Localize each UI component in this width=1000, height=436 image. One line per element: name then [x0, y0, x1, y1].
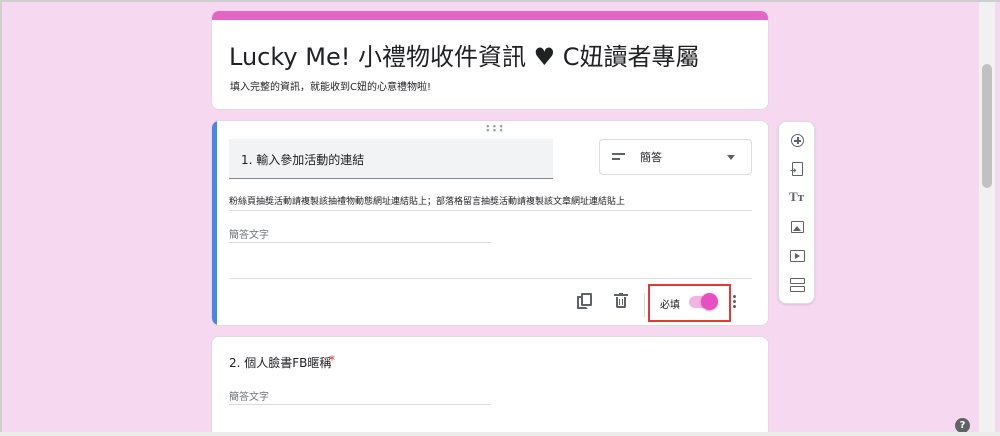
required-toggle-thumb[interactable]: [701, 293, 718, 310]
form-description[interactable]: 填入完整的資訊，就能收到C妞的心意禮物啦!: [230, 78, 431, 93]
trash-icon[interactable]: [614, 293, 628, 309]
answer-placeholder: 簡答文字: [229, 392, 269, 403]
window-frame-top: [0, 0, 1000, 2]
image-icon[interactable]: [779, 215, 816, 241]
answer-underline: [229, 242, 491, 243]
import-questions-icon[interactable]: ➔: [779, 157, 816, 183]
answer-placeholder: 簡答文字: [229, 230, 269, 241]
scrollbar-thumb[interactable]: [982, 64, 992, 188]
footer-divider: [229, 278, 752, 279]
section-icon[interactable]: [779, 273, 816, 299]
form-accent-bar: [212, 11, 768, 20]
answer-underline: [229, 404, 491, 405]
question-type-label: 簡答: [640, 151, 662, 164]
chevron-down-icon: [727, 155, 735, 160]
question-type-select[interactable]: 簡答: [599, 139, 752, 175]
form-title-card: Lucky Me! 小禮物收件資訊 ♥ C妞讀者專屬 填入完整的資訊，就能收到C…: [211, 10, 769, 110]
question-title: 2. 個人臉書FB暱稱: [229, 356, 332, 370]
more-vert-icon[interactable]: [733, 294, 737, 310]
floating-toolbar: ➔ Tт: [778, 121, 815, 304]
required-asterisk: *: [329, 353, 335, 367]
title-text-icon[interactable]: Tт: [779, 186, 816, 212]
question-card[interactable]: 2. 個人臉書FB暱稱 * 簡答文字: [211, 336, 769, 436]
form-title[interactable]: Lucky Me! 小禮物收件資訊 ♥ C妞讀者專屬: [229, 37, 699, 72]
drag-handle-icon[interactable]: ∙∙∙ ∙∙∙: [485, 123, 505, 136]
question-description[interactable]: 粉絲頁抽獎活動請複製該抽禮物動態網址連結貼上；部落格留言抽獎活動請複製該文章網址…: [229, 194, 625, 207]
description-underline: [229, 210, 752, 211]
short-answer-icon: [612, 153, 626, 161]
help-icon[interactable]: ?: [955, 418, 970, 433]
video-icon[interactable]: [779, 244, 816, 270]
window-frame-bottom: [0, 432, 1000, 436]
question-title-input[interactable]: 1. 輸入參加活動的連結: [229, 139, 553, 179]
window-frame-left: [0, 0, 2, 436]
copy-icon[interactable]: [577, 293, 593, 311]
active-question-indicator: [212, 121, 217, 325]
required-label: 必填: [660, 300, 680, 311]
add-question-icon[interactable]: [779, 128, 816, 154]
footer-separator: [644, 293, 645, 317]
